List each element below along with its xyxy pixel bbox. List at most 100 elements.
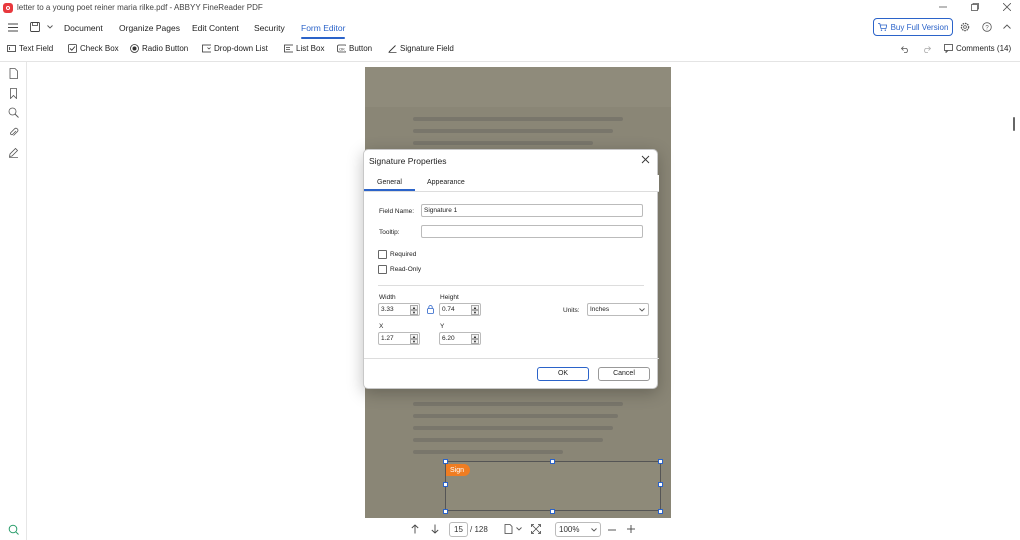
resize-handle[interactable] (550, 459, 555, 464)
page-number-input[interactable]: 15 (449, 522, 468, 537)
read-only-checkbox[interactable] (378, 265, 387, 274)
zoom-in-icon[interactable] (627, 525, 635, 533)
radio-button-label: Radio Button (142, 44, 189, 53)
y-value: 6.20 (442, 335, 455, 342)
search-icon[interactable] (8, 107, 19, 118)
feedback-search-icon[interactable] (8, 524, 19, 535)
page-text-line (413, 141, 593, 145)
menu-security[interactable]: Security (254, 23, 285, 33)
drop-down-list-tool[interactable]: Drop-down List (202, 44, 268, 53)
button-icon: OK (337, 44, 346, 53)
page-text-line (413, 117, 623, 121)
toolbar-divider (0, 61, 1020, 62)
page-view-icon[interactable] (504, 524, 513, 534)
units-value: Inches (590, 306, 610, 313)
spin-down-icon[interactable]: ▼ (410, 310, 418, 315)
zoom-out-icon[interactable] (608, 529, 616, 531)
tooltip-input[interactable] (421, 225, 643, 238)
text-field-label: Text Field (19, 44, 54, 53)
page-text-line (413, 426, 613, 430)
help-icon[interactable]: ? (982, 22, 992, 32)
resize-handle[interactable] (658, 482, 663, 487)
sign-badge[interactable]: Sign (446, 464, 470, 476)
list-box-tool[interactable]: List Box (284, 44, 324, 53)
zoom-value: 100% (559, 525, 580, 534)
cancel-button[interactable]: Cancel (598, 367, 650, 381)
title-bar: letter to a young poet reiner maria rilk… (0, 0, 1020, 15)
resize-handle[interactable] (658, 509, 663, 514)
window-controls (938, 2, 1012, 12)
tab-appearance[interactable]: Appearance (427, 179, 465, 186)
hamburger-menu-icon[interactable] (8, 23, 18, 32)
close-window-icon[interactable] (1002, 2, 1012, 12)
field-name-input[interactable]: Signature 1 (421, 204, 643, 217)
width-spinner[interactable]: 3.33 ▲ ▼ (378, 303, 420, 316)
required-checkbox[interactable] (378, 250, 387, 259)
fit-page-icon[interactable] (531, 524, 541, 534)
text-field-tool[interactable]: Text Field (7, 44, 53, 53)
button-tool[interactable]: OK Button (337, 44, 372, 53)
list-box-label: List Box (296, 44, 325, 53)
height-spinner[interactable]: 0.74 ▲ ▼ (439, 303, 481, 316)
tab-general[interactable]: General (364, 179, 415, 191)
menu-edit-content[interactable]: Edit Content (192, 23, 239, 33)
x-spinner[interactable]: 1.27 ▲ ▼ (378, 332, 420, 345)
lock-aspect-icon[interactable] (427, 305, 434, 314)
minimize-icon[interactable] (938, 2, 948, 12)
page-texture (365, 67, 671, 107)
x-value: 1.27 (381, 335, 394, 342)
comments-button[interactable]: Comments (14) (944, 44, 1011, 53)
undo-icon[interactable] (900, 45, 910, 53)
left-sidebar (0, 62, 27, 540)
y-spinner[interactable]: 6.20 ▲ ▼ (439, 332, 481, 345)
spin-down-icon[interactable]: ▼ (471, 310, 479, 315)
chevron-down-icon[interactable] (516, 527, 522, 531)
radio-button-tool[interactable]: Radio Button (130, 44, 188, 53)
spin-down-icon[interactable]: ▼ (471, 339, 479, 344)
chevron-down-icon[interactable] (47, 25, 53, 29)
resize-handle[interactable] (443, 509, 448, 514)
comments-label: Comments (14) (956, 44, 1012, 53)
resize-handle[interactable] (550, 509, 555, 514)
restore-icon[interactable] (970, 2, 980, 12)
ok-button[interactable]: OK (537, 367, 589, 381)
close-icon[interactable] (641, 155, 651, 165)
height-label: Height (440, 294, 459, 301)
save-icon[interactable] (30, 22, 40, 32)
zoom-select[interactable]: 100% (555, 522, 601, 537)
gear-icon[interactable] (960, 22, 970, 32)
chevron-up-icon[interactable] (1003, 24, 1011, 29)
buy-label: Buy Full Version (890, 22, 949, 32)
redo-icon[interactable] (922, 45, 932, 53)
units-select[interactable]: Inches (587, 303, 649, 316)
app-logo-icon (3, 2, 13, 13)
attachment-icon[interactable] (8, 127, 19, 138)
dialog-body: Field Name: Signature 1 Tooltip: Require… (364, 192, 659, 360)
vertical-scrollbar[interactable] (1013, 117, 1015, 131)
signature-pen-sidebar-icon[interactable] (8, 147, 19, 158)
required-label: Required (390, 251, 417, 258)
tooltip-label: Tooltip: (379, 229, 400, 236)
total-pages: / 128 (470, 525, 488, 534)
list-box-icon (284, 44, 293, 53)
signature-field-tool[interactable]: Signature Field (388, 44, 454, 53)
signature-properties-dialog: Signature Properties General Appearance … (363, 149, 659, 389)
arrow-down-icon[interactable] (431, 524, 439, 534)
bookmark-icon[interactable] (8, 88, 19, 99)
resize-handle[interactable] (443, 482, 448, 487)
menu-form-editor[interactable]: Form Editor (301, 23, 346, 39)
pages-icon[interactable] (8, 68, 19, 79)
buy-full-version-button[interactable]: Buy Full Version (873, 18, 953, 36)
page-navigation-bar: 15 / 128 100% (400, 521, 650, 538)
check-box-icon (68, 44, 77, 53)
signature-field-box[interactable] (445, 461, 661, 511)
menu-document[interactable]: Document (64, 23, 103, 33)
spin-down-icon[interactable]: ▼ (410, 339, 418, 344)
x-label: X (379, 323, 384, 330)
page-text-line (413, 129, 613, 133)
check-box-tool[interactable]: Check Box (68, 44, 119, 53)
units-label: Units: (563, 307, 580, 314)
arrow-up-icon[interactable] (411, 524, 419, 534)
resize-handle[interactable] (658, 459, 663, 464)
menu-organize-pages[interactable]: Organize Pages (119, 23, 180, 33)
